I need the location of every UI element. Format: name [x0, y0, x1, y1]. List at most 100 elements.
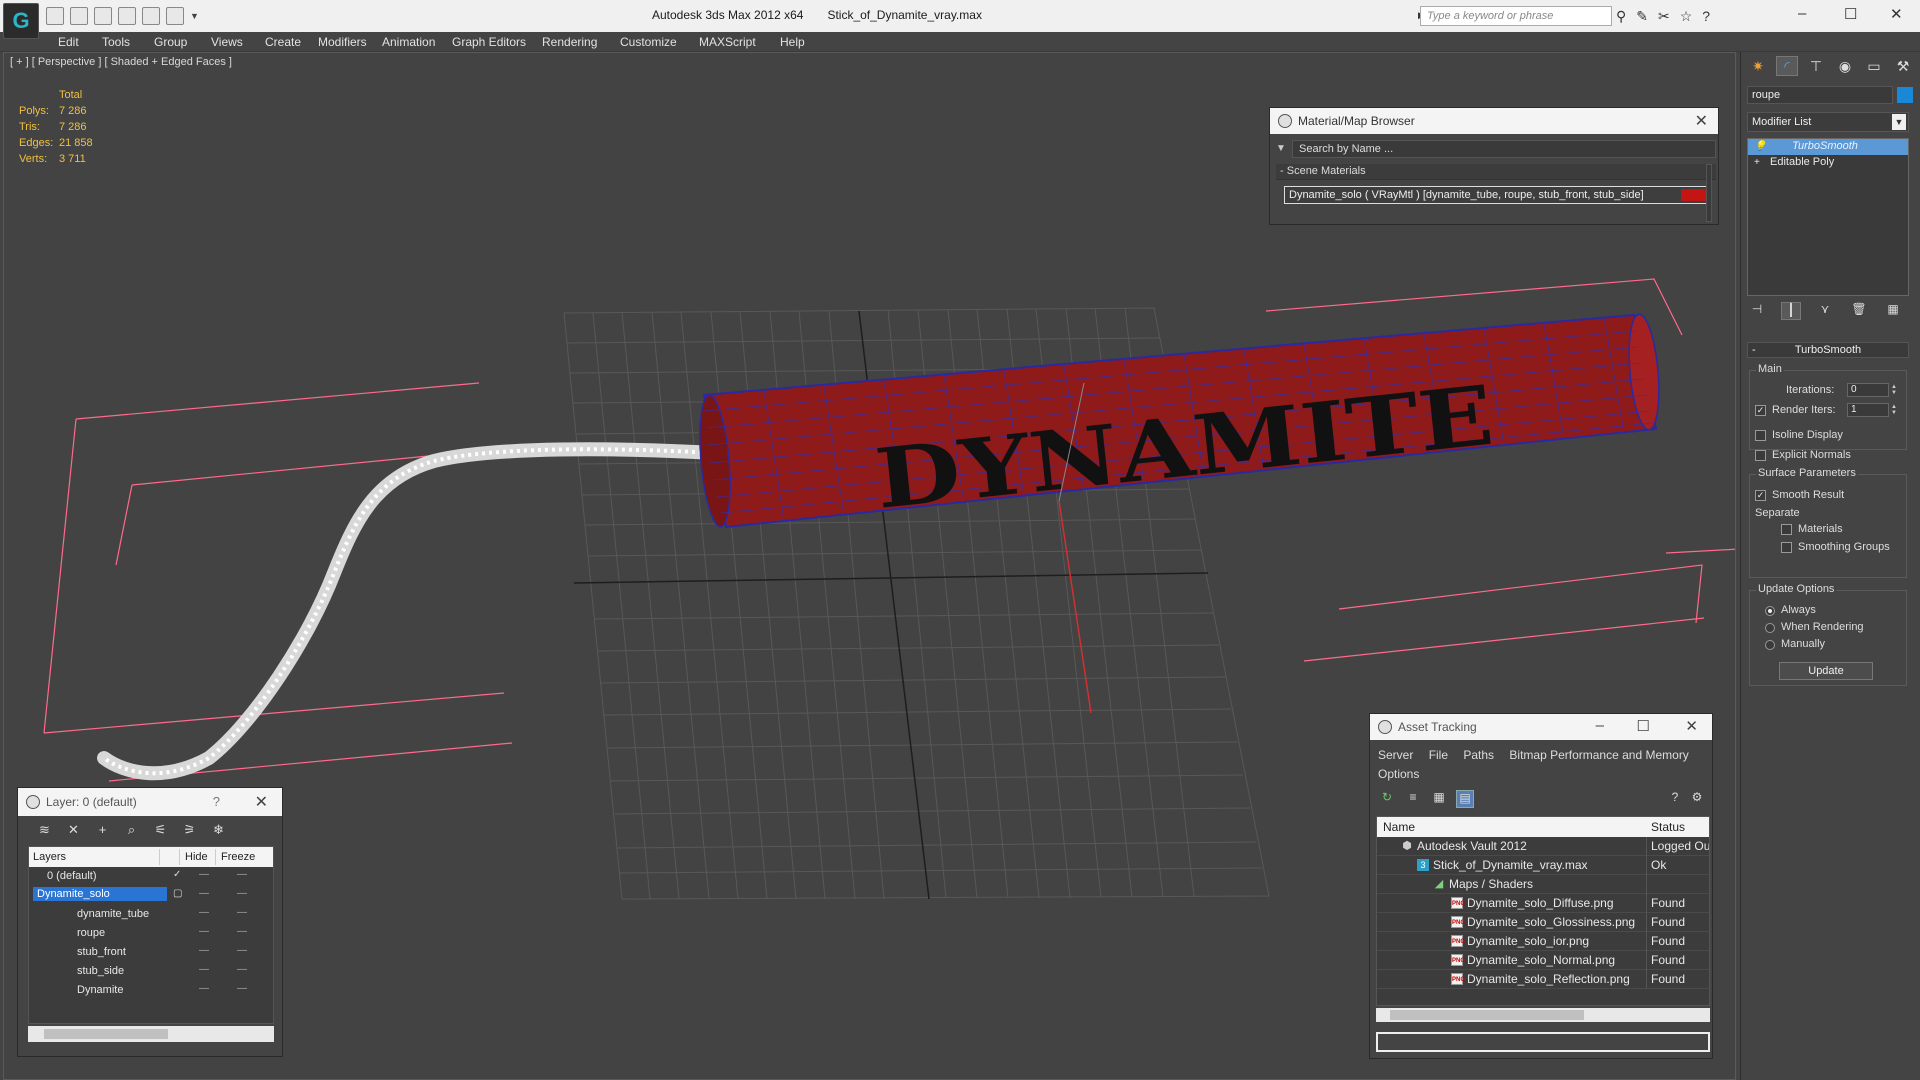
- column-layers[interactable]: Layers: [33, 851, 66, 863]
- table-view-icon[interactable]: ▤: [1456, 790, 1474, 808]
- create-tab-icon[interactable]: ✷: [1747, 56, 1769, 76]
- freeze-toggle[interactable]: —: [237, 945, 247, 956]
- stack-item-turbosmooth[interactable]: 💡 TurboSmooth: [1748, 139, 1908, 155]
- menu-file[interactable]: File: [1429, 748, 1448, 762]
- close-icon[interactable]: ✕: [1685, 717, 1698, 735]
- column-hide[interactable]: Hide: [185, 851, 208, 863]
- stack-item-editable-poly[interactable]: + Editable Poly: [1748, 155, 1908, 171]
- menu-customize[interactable]: Customize: [620, 35, 677, 49]
- scroll-thumb[interactable]: [1390, 1010, 1584, 1020]
- toolbar-dropdown-icon[interactable]: ▼: [190, 7, 200, 25]
- utilities-tab-icon[interactable]: ⚒: [1892, 56, 1914, 76]
- configure-modifier-sets-icon[interactable]: ▦: [1883, 302, 1903, 320]
- freeze-toggle[interactable]: —: [237, 983, 247, 994]
- delete-layer-icon[interactable]: ✕: [65, 822, 82, 838]
- menu-graph-editors[interactable]: Graph Editors: [452, 35, 526, 49]
- close-icon[interactable]: ✕: [1890, 5, 1903, 23]
- hide-toggle[interactable]: —: [199, 907, 209, 918]
- favorites-icon[interactable]: ☆: [1680, 8, 1693, 25]
- save-file-icon[interactable]: [70, 7, 88, 25]
- layer-object-row[interactable]: dynamite_tube — —: [29, 905, 273, 924]
- asset-row[interactable]: PNG Dynamite_solo_Glossiness.png Found: [1377, 913, 1709, 932]
- make-unique-icon[interactable]: ⋎: [1815, 302, 1835, 320]
- iterations-spinner[interactable]: 0: [1847, 383, 1889, 397]
- menu-options[interactable]: Options: [1378, 767, 1419, 781]
- asset-row[interactable]: ◢ Maps / Shaders: [1377, 875, 1709, 894]
- smooth-result-checkbox[interactable]: ✓: [1755, 490, 1766, 501]
- menu-help[interactable]: Help: [780, 35, 805, 49]
- app-logo-button[interactable]: G: [3, 3, 39, 39]
- update-button[interactable]: Update: [1779, 662, 1873, 680]
- layer-row[interactable]: 0 (default) ✓ — —: [29, 867, 273, 886]
- help-icon[interactable]: ?: [1702, 8, 1710, 25]
- modifier-list-dropdown[interactable]: Modifier List ▼: [1747, 112, 1909, 132]
- close-icon[interactable]: ✕: [255, 792, 268, 812]
- binoculars-icon[interactable]: ⚲: [1616, 8, 1626, 25]
- redo-icon[interactable]: [118, 7, 136, 25]
- asset-row[interactable]: PNG Dynamite_solo_ior.png Found: [1377, 932, 1709, 951]
- hide-toggle[interactable]: —: [199, 964, 209, 975]
- layer-row[interactable]: Dynamite_solo ▢ — —: [29, 886, 273, 905]
- refresh-icon[interactable]: ↻: [1378, 790, 1396, 808]
- asset-hscrollbar[interactable]: [1376, 1008, 1710, 1022]
- layer-object-row[interactable]: roupe — —: [29, 924, 273, 943]
- pin-stack-icon[interactable]: ⊣: [1747, 302, 1767, 320]
- current-layer-check-icon[interactable]: ▢: [173, 888, 182, 899]
- search-input[interactable]: Type a keyword or phrase: [1420, 6, 1612, 26]
- menu-modifiers[interactable]: Modifiers: [318, 35, 367, 49]
- asset-path-input[interactable]: [1376, 1032, 1710, 1052]
- layer-object-row[interactable]: Dynamite — —: [29, 981, 273, 1000]
- minimize-icon[interactable]: –: [1596, 717, 1604, 734]
- thumbnail-view-icon[interactable]: ▦: [1430, 790, 1448, 808]
- communication-icon[interactable]: ✂: [1658, 8, 1670, 25]
- menu-group[interactable]: Group: [154, 35, 187, 49]
- material-search-input[interactable]: Search by Name ...: [1292, 140, 1716, 158]
- hide-toggle[interactable]: —: [199, 926, 209, 937]
- freeze-toggle[interactable]: —: [237, 869, 247, 880]
- help-settings-icon[interactable]: ⚙: [1688, 790, 1706, 808]
- modify-tab-icon[interactable]: ◜: [1776, 56, 1798, 76]
- hide-toggle[interactable]: —: [199, 869, 209, 880]
- motion-tab-icon[interactable]: ◉: [1834, 56, 1856, 76]
- asset-row[interactable]: PNG Dynamite_solo_Normal.png Found: [1377, 951, 1709, 970]
- smoothing-groups-checkbox[interactable]: [1781, 542, 1792, 553]
- object-color-swatch[interactable]: [1897, 87, 1913, 103]
- minimize-icon[interactable]: –: [1798, 5, 1806, 22]
- menu-animation[interactable]: Animation: [382, 35, 435, 49]
- perspective-viewport[interactable]: [ + ] [ Perspective ] [ Shaded + Edged F…: [3, 52, 1736, 1080]
- explicit-normals-checkbox[interactable]: [1755, 450, 1766, 461]
- scene-materials-group[interactable]: - Scene Materials: [1276, 164, 1716, 180]
- asset-row[interactable]: ⬢ Autodesk Vault 2012 Logged Ou: [1377, 837, 1709, 856]
- asset-row[interactable]: 3 Stick_of_Dynamite_vray.max Ok: [1377, 856, 1709, 875]
- menu-paths[interactable]: Paths: [1463, 748, 1494, 762]
- select-objects-icon[interactable]: ⌕: [123, 822, 140, 838]
- help-icon[interactable]: ?: [213, 794, 220, 809]
- freeze-toggle[interactable]: —: [237, 907, 247, 918]
- column-name[interactable]: Name: [1383, 820, 1415, 834]
- hide-all-icon[interactable]: ⚞: [181, 822, 198, 838]
- scroll-thumb[interactable]: [44, 1029, 168, 1039]
- highlight-layer-icon[interactable]: ⚟: [152, 822, 169, 838]
- layer-object-row[interactable]: stub_front — —: [29, 943, 273, 962]
- layer-object-row[interactable]: stub_side — —: [29, 962, 273, 981]
- layer-hscrollbar[interactable]: [28, 1026, 274, 1042]
- hide-toggle[interactable]: —: [199, 945, 209, 956]
- add-to-layer-icon[interactable]: +: [94, 822, 111, 838]
- menu-server[interactable]: Server: [1378, 748, 1413, 762]
- maximize-icon[interactable]: ☐: [1637, 717, 1650, 735]
- display-tab-icon[interactable]: ▭: [1863, 56, 1885, 76]
- menu-tools[interactable]: Tools: [102, 35, 130, 49]
- undo-icon[interactable]: [94, 7, 112, 25]
- hierarchy-tab-icon[interactable]: ⊤: [1805, 56, 1827, 76]
- freeze-toggle[interactable]: —: [237, 888, 247, 899]
- hold-icon[interactable]: [142, 7, 160, 25]
- isoline-checkbox[interactable]: [1755, 430, 1766, 441]
- column-status[interactable]: Status: [1651, 820, 1685, 834]
- turbosmooth-rollout-header[interactable]: - TurboSmooth: [1747, 342, 1909, 358]
- hide-toggle[interactable]: —: [199, 983, 209, 994]
- list-view-icon[interactable]: ≡: [1404, 790, 1422, 808]
- freeze-all-icon[interactable]: ❄: [210, 822, 227, 838]
- subscription-icon[interactable]: ✎: [1636, 8, 1648, 25]
- render-iters-spinner[interactable]: 1: [1847, 403, 1889, 417]
- material-scrollbar[interactable]: [1706, 164, 1712, 222]
